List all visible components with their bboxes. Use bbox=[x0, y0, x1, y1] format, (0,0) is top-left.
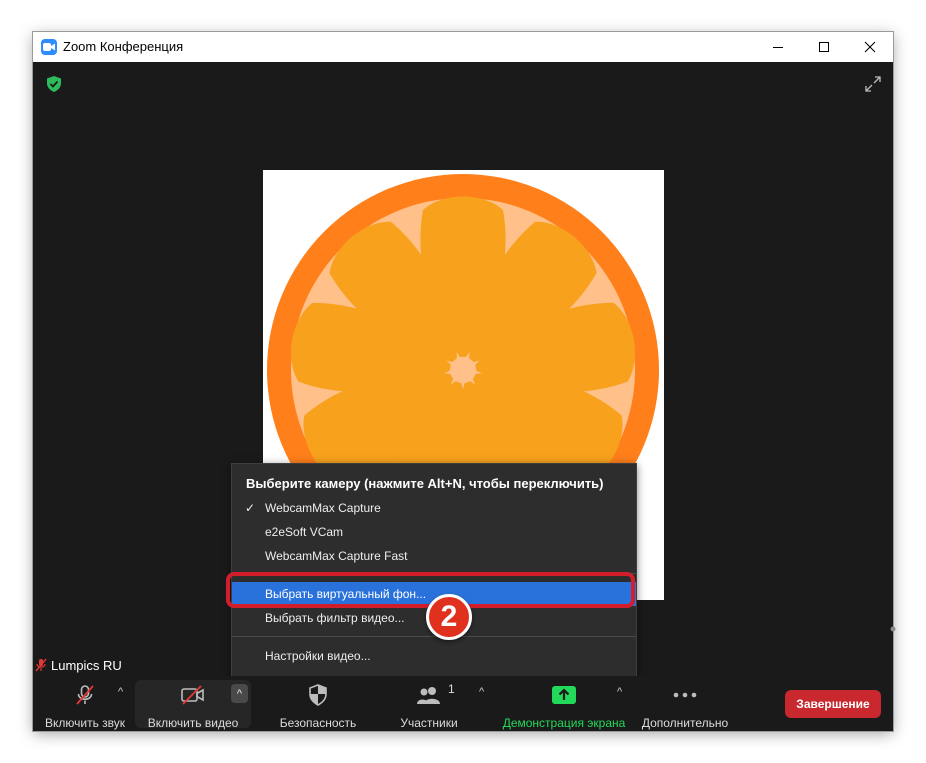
participants-button[interactable]: 1 Участники bbox=[389, 676, 469, 731]
participants-label: Участники bbox=[400, 716, 458, 730]
camera-option-webcammax-capture[interactable]: ✓ WebcamMax Capture bbox=[232, 496, 636, 520]
share-screen-button[interactable]: Демонстрация экрана bbox=[499, 676, 629, 731]
meeting-toolbar: Включить звук ^ Включить видео ^ Безопас… bbox=[33, 676, 893, 731]
people-icon: 1 bbox=[416, 682, 455, 706]
maximize-button[interactable] bbox=[801, 32, 847, 62]
security-label: Безопасность bbox=[279, 716, 357, 730]
window-title: Zoom Конференция bbox=[63, 39, 184, 54]
minimize-button[interactable] bbox=[755, 32, 801, 62]
video-stage: Lumpics RU Выберите камеру (нажмите Alt+… bbox=[33, 62, 896, 678]
participants-options-caret[interactable]: ^ bbox=[479, 686, 484, 698]
participants-count: 1 bbox=[448, 682, 455, 696]
share-screen-icon bbox=[551, 684, 577, 706]
camera-option-webcammax-capture-fast[interactable]: WebcamMax Capture Fast bbox=[232, 544, 636, 568]
maximize-icon bbox=[819, 42, 829, 52]
video-settings-label: Настройки видео... bbox=[265, 649, 371, 663]
video-options-caret[interactable]: ^ bbox=[231, 684, 248, 703]
shield-icon bbox=[308, 684, 328, 706]
video-off-icon bbox=[180, 684, 206, 706]
close-button[interactable] bbox=[847, 32, 893, 62]
camera-option-label: WebcamMax Capture Fast bbox=[265, 549, 408, 563]
camera-option-label: WebcamMax Capture bbox=[265, 501, 381, 515]
step-badge: 2 bbox=[426, 594, 472, 640]
unmute-button[interactable]: Включить звук bbox=[41, 676, 129, 731]
camera-option-label: e2eSoft VCam bbox=[265, 525, 344, 539]
menu-divider bbox=[232, 636, 636, 637]
audio-options-caret[interactable]: ^ bbox=[118, 686, 123, 698]
more-button[interactable]: Дополнительно bbox=[637, 676, 733, 731]
start-video-button[interactable]: Включить видео bbox=[141, 676, 245, 731]
participant-name: Lumpics RU bbox=[51, 657, 122, 673]
minimize-icon bbox=[773, 47, 783, 48]
more-label: Дополнительно bbox=[641, 716, 729, 730]
zoom-camera-icon bbox=[41, 39, 57, 55]
start-video-label: Включить видео bbox=[147, 716, 239, 730]
participant-name-label: Lumpics RU bbox=[35, 656, 122, 674]
camera-menu-header: Выберите камеру (нажмите Alt+N, чтобы пе… bbox=[246, 476, 604, 491]
security-button[interactable]: Безопасность bbox=[271, 676, 365, 731]
indicator-dot bbox=[890, 619, 896, 637]
share-screen-label: Демонстрация экрана bbox=[502, 716, 626, 730]
video-settings-item[interactable]: Настройки видео... bbox=[232, 644, 636, 668]
mic-off-icon bbox=[35, 658, 47, 672]
check-icon: ✓ bbox=[245, 501, 256, 515]
unmute-label: Включить звук bbox=[44, 716, 126, 730]
camera-option-e2esoft-vcam[interactable]: e2eSoft VCam bbox=[232, 520, 636, 544]
title-bar: Zoom Конференция bbox=[33, 32, 893, 62]
ellipsis-icon bbox=[673, 684, 697, 706]
share-options-caret[interactable]: ^ bbox=[617, 686, 622, 698]
choose-video-filter-label: Выбрать фильтр видео... bbox=[265, 611, 405, 625]
end-meeting-button[interactable]: Завершение bbox=[785, 690, 881, 718]
expand-icon[interactable] bbox=[865, 76, 881, 97]
mic-off-icon bbox=[74, 684, 96, 706]
close-icon bbox=[864, 41, 876, 53]
camera-menu: Выберите камеру (нажмите Alt+N, чтобы пе… bbox=[231, 463, 637, 678]
shield-check-icon[interactable] bbox=[47, 76, 61, 97]
zoom-window: Zoom Конференция Lumpics RU Выберите кам… bbox=[33, 32, 896, 731]
